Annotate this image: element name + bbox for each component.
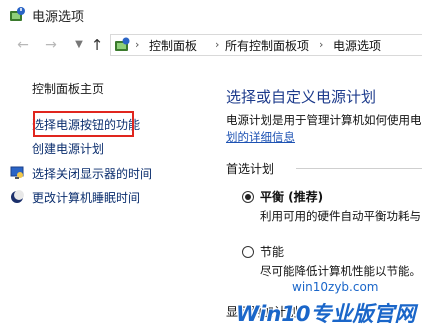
plan-balanced-radio[interactable]: [242, 191, 254, 203]
plan-balanced-name[interactable]: 平衡 (推荐): [260, 188, 323, 205]
plan-saver-name[interactable]: 节能: [260, 243, 284, 260]
plan-description: 电源计划是用于管理计算机如何使用电: [226, 113, 422, 127]
section-divider: [296, 168, 422, 169]
breadcrumb-separator-icon[interactable]: ›: [215, 38, 219, 51]
sidebar-control-panel-home[interactable]: 控制面板主页: [32, 80, 104, 97]
display-off-icon: [10, 165, 24, 179]
breadcrumb-all-items[interactable]: 所有控制面板项: [225, 37, 309, 54]
navigation-bar: ← → ▼ ↑ › 控制面板 › 所有控制面板项 › 电源选项: [0, 32, 422, 60]
watermark-brand: Win10专业版官网: [236, 302, 416, 326]
sleep-moon-icon: [10, 189, 24, 203]
title-bar: 电源选项: [0, 0, 422, 30]
plan-details-link[interactable]: 划的详细信息: [226, 129, 295, 145]
plan-balanced-desc: 利用可用的硬件自动平衡功耗与: [260, 209, 421, 223]
highlight-box: [33, 111, 134, 137]
preferred-plans-label: 首选计划: [226, 162, 275, 176]
breadcrumb-control-panel[interactable]: 控制面板: [149, 37, 197, 54]
recent-locations-chevron-icon[interactable]: ▼: [70, 36, 88, 54]
watermark-url: win10zyb.com: [292, 280, 379, 294]
address-bar[interactable]: › 控制面板 › 所有控制面板项 › 电源选项: [110, 34, 422, 56]
up-arrow-icon[interactable]: ↑: [88, 36, 106, 54]
breadcrumb-power-options[interactable]: 电源选项: [333, 37, 381, 54]
plan-saver-desc: 尽可能降低计算机性能以节能。: [260, 264, 421, 278]
watermark: win10zyb.com Win10专业版官网: [236, 280, 422, 326]
power-options-icon: [8, 6, 26, 24]
sidebar-item-display-off[interactable]: 选择关闭显示器的时间: [32, 165, 152, 182]
sidebar-item-create-plan[interactable]: 创建电源计划: [32, 140, 104, 157]
sidebar-item-sleep-time[interactable]: 更改计算机睡眠时间: [32, 189, 140, 206]
forward-arrow-icon[interactable]: →: [42, 36, 60, 54]
page-title: 选择或自定义电源计划: [226, 88, 377, 106]
breadcrumb-separator-icon[interactable]: ›: [135, 38, 139, 51]
window-title: 电源选项: [32, 10, 85, 25]
control-panel-icon: [113, 37, 131, 55]
back-arrow-icon[interactable]: ←: [14, 36, 32, 54]
breadcrumb-separator-icon[interactable]: ›: [319, 38, 323, 51]
plan-saver-radio[interactable]: [242, 246, 254, 258]
